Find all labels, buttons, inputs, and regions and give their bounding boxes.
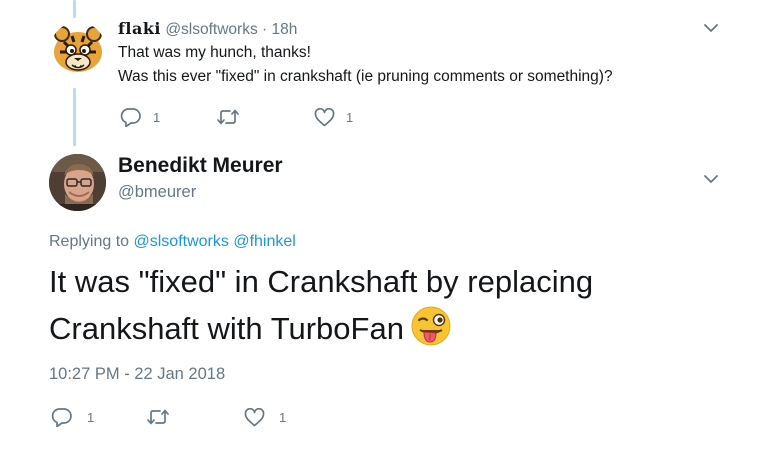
heart-icon <box>244 407 265 426</box>
reply-icon <box>51 408 72 427</box>
reply-count: 1 <box>87 409 95 425</box>
tweet-text-line: That was my hunch, thanks! <box>118 44 311 61</box>
replying-to-label: Replying to <box>49 233 130 250</box>
tweet-text: It was "fixed" in Crankshaft by replacin… <box>49 259 709 360</box>
mention-link[interactable]: @slsoftworks <box>134 233 229 250</box>
tweet-timestamp[interactable]: 10:27 PM - 22 Jan 2018 <box>49 365 225 384</box>
avatar[interactable] <box>50 22 106 78</box>
like-button[interactable]: 1 <box>314 107 354 127</box>
replying-to: Replying to @slsoftworks @fhinkel <box>49 233 296 251</box>
winking-face-with-tongue-icon <box>410 305 452 360</box>
reply-button[interactable]: 1 <box>51 407 147 427</box>
chevron-down-icon[interactable] <box>704 175 722 187</box>
retweet-icon <box>147 409 169 425</box>
tiger-avatar-image <box>54 26 102 72</box>
retweet-button[interactable] <box>217 108 314 126</box>
thread-line-top <box>73 0 76 18</box>
avatar[interactable] <box>49 154 106 211</box>
heart-icon <box>314 107 335 126</box>
tweet-text-line: Was this ever "fixed" in crankshaft (ie … <box>118 68 613 85</box>
reply-tweet-actions: 1 1 <box>120 107 353 127</box>
tweet-text-line-2: Crankshaft with TurboFan <box>49 305 709 360</box>
reply-tweet-header: flaki @slsoftworks · 18h <box>118 18 738 41</box>
reply-button[interactable]: 1 <box>120 107 217 127</box>
display-name[interactable]: flaki <box>118 19 161 38</box>
tweet-text-line: It was "fixed" in Crankshaft by replacin… <box>49 264 594 299</box>
tweet-text: That was my hunch, thanks! Was this ever… <box>118 41 738 89</box>
header-separator: · <box>262 21 268 38</box>
benedikt-avatar-image <box>49 154 106 211</box>
retweet-button[interactable] <box>147 408 244 426</box>
like-count: 1 <box>279 409 287 425</box>
like-count: 1 <box>346 109 354 125</box>
display-name[interactable]: Benedikt Meurer <box>118 154 283 178</box>
mention-link[interactable]: @fhinkel <box>233 233 296 250</box>
tweet-text-line: Crankshaft with TurboFan <box>49 311 404 346</box>
username[interactable]: @bmeurer <box>118 183 196 202</box>
reply-tweet: flaki @slsoftworks · 18h That was my hun… <box>118 18 738 89</box>
like-button[interactable]: 1 <box>244 407 287 427</box>
reply-icon <box>120 108 141 127</box>
retweet-icon <box>217 109 239 125</box>
username[interactable]: @slsoftworks <box>165 21 257 38</box>
tweet-age[interactable]: 18h <box>272 21 298 38</box>
reply-count: 1 <box>153 109 161 125</box>
thread-line-connector <box>73 88 76 146</box>
main-tweet-actions: 1 1 <box>51 407 286 427</box>
